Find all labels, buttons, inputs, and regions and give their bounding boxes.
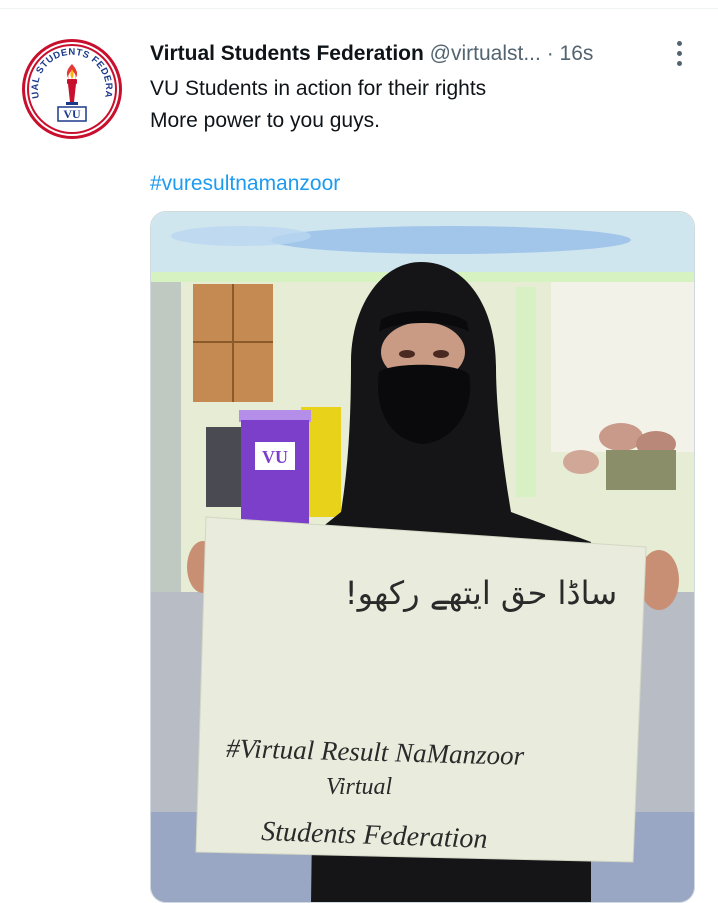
top-divider xyxy=(0,0,718,9)
vu-podium: VU xyxy=(239,410,311,530)
federation-logo: VIRTUAL STUDENTS FEDERATION VU xyxy=(25,42,117,134)
podium-badge-text: VU xyxy=(262,447,288,467)
hashtag-link[interactable]: #vuresultnamanzoor xyxy=(150,169,340,199)
protest-photo: VU ساڈا حق ایتھے رکھو! #Virtual Result N… xyxy=(151,212,694,902)
tweet-text: VU Students in action for their rights M… xyxy=(150,73,690,137)
tweet-text-line-1: VU Students in action for their rights xyxy=(150,77,487,100)
avatar-badge-text: VU xyxy=(63,107,81,121)
tweet-text-line-2: More power to you guys. xyxy=(150,109,380,132)
user-handle[interactable]: @virtualst... xyxy=(430,42,541,65)
timestamp[interactable]: 16s xyxy=(560,42,594,65)
more-options-icon[interactable] xyxy=(665,39,693,69)
tweet-photo[interactable]: VU ساڈا حق ایتھے رکھو! #Virtual Result N… xyxy=(150,211,695,903)
separator-dot: · xyxy=(546,42,554,65)
protest-sign: ساڈا حق ایتھے رکھو! #Virtual Result NaMa… xyxy=(195,516,647,863)
display-name[interactable]: Virtual Students Federation xyxy=(150,42,424,65)
tweet-header: Virtual Students Federation @virtualst..… xyxy=(150,39,690,69)
sign-line-virtual: Virtual xyxy=(326,774,393,800)
tweet-card[interactable]: VIRTUAL STUDENTS FEDERATION VU Virtual S… xyxy=(0,9,718,903)
sign-urdu-text: ساڈا حق ایتھے رکھو! xyxy=(345,574,617,612)
avatar[interactable]: VIRTUAL STUDENTS FEDERATION VU xyxy=(22,39,122,139)
